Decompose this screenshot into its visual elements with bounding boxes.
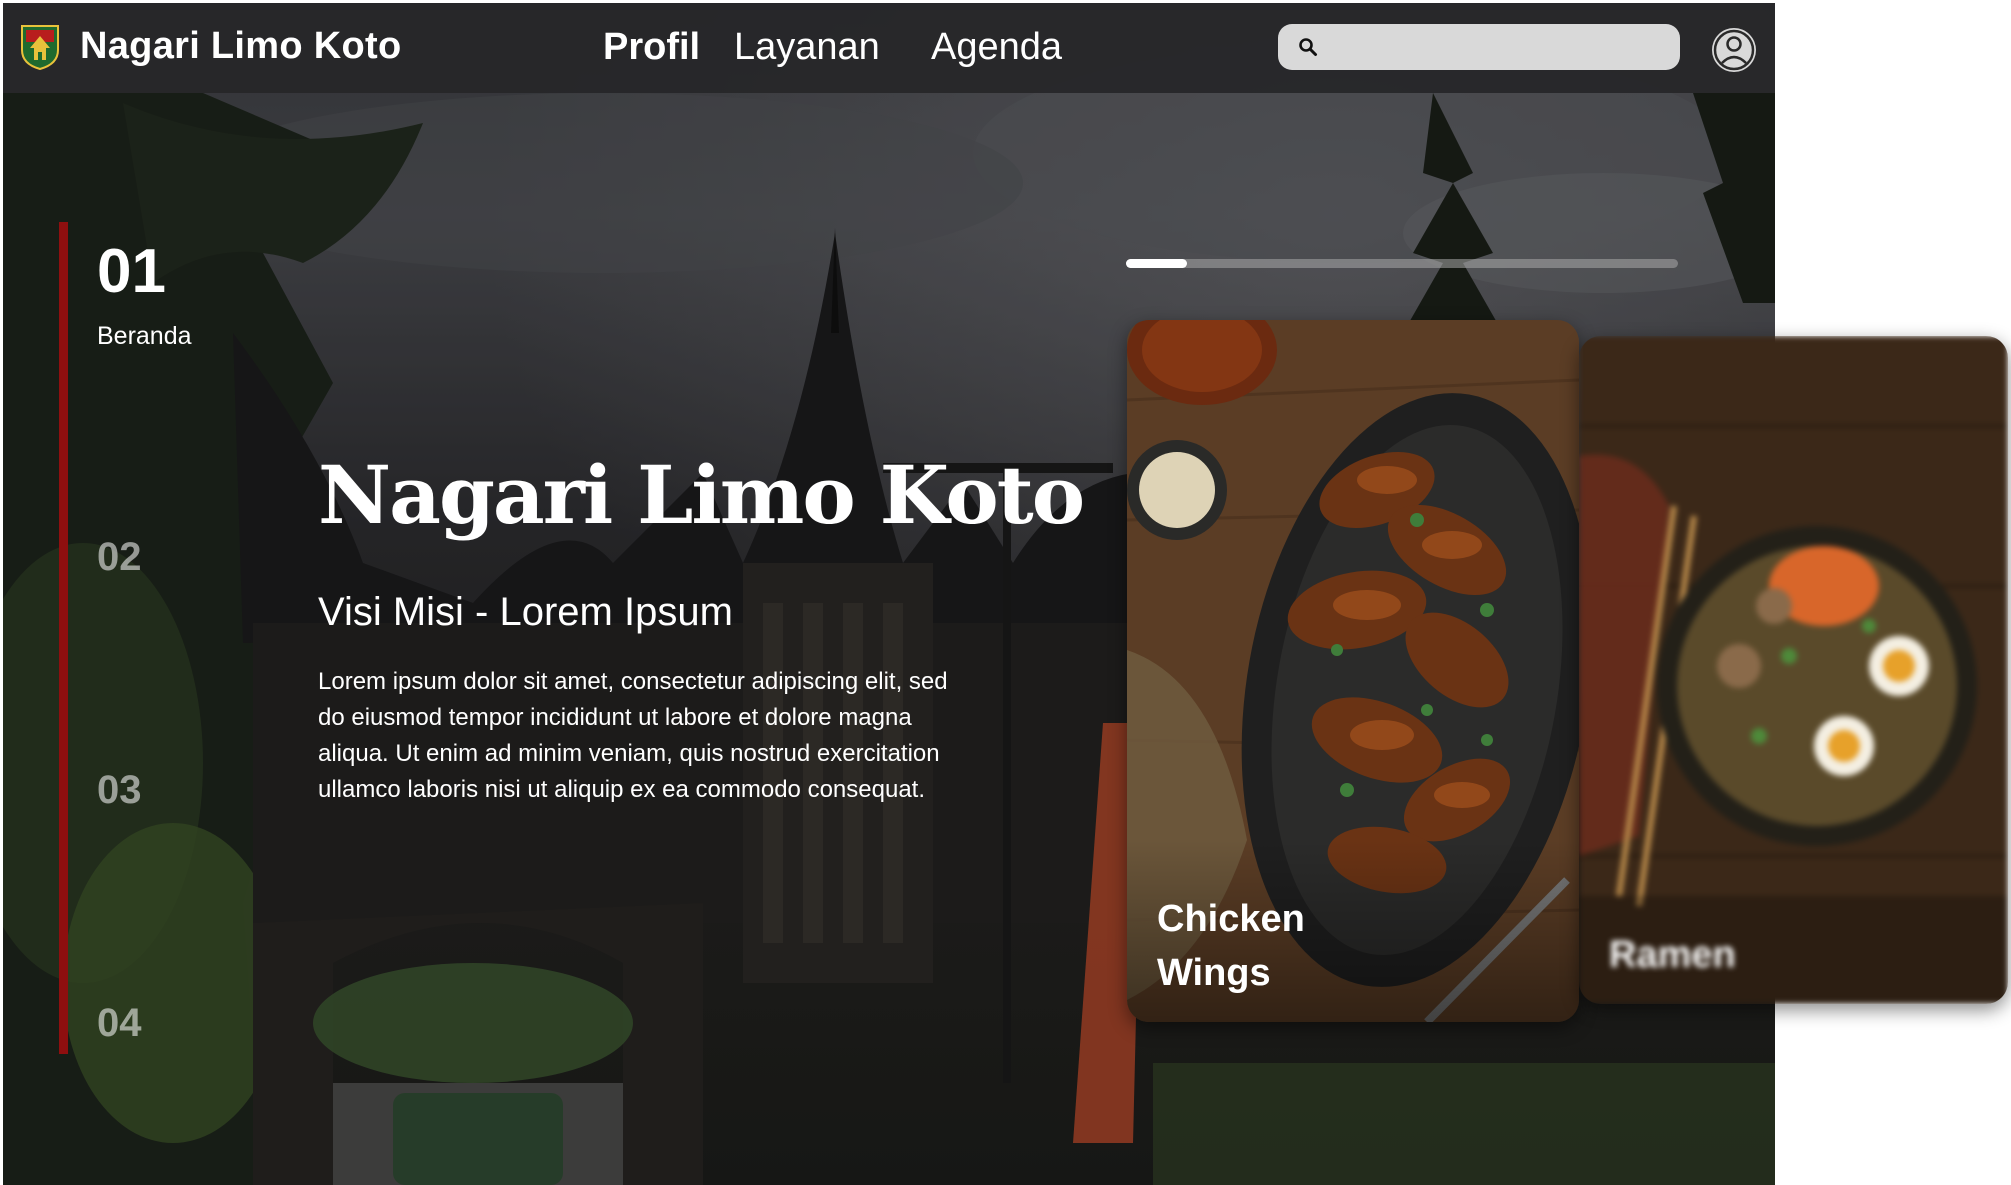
- nav-profil[interactable]: Profil: [603, 26, 700, 69]
- hero-description: Lorem ipsum dolor sit amet, consectetur …: [318, 668, 948, 803]
- nav-layanan[interactable]: Layanan: [734, 26, 880, 69]
- step-03[interactable]: 03: [97, 768, 142, 813]
- search-icon[interactable]: [1298, 37, 1318, 57]
- card-ramen-title: Ramen: [1609, 934, 1736, 976]
- step-04[interactable]: 04: [97, 1001, 142, 1046]
- section-progress-line: [59, 222, 68, 1054]
- user-avatar-icon[interactable]: [1711, 27, 1757, 73]
- site-brand[interactable]: Nagari Limo Koto: [80, 25, 401, 68]
- step-01-label: Beranda: [97, 322, 192, 350]
- card-title-line2: Wings: [1157, 952, 1271, 994]
- nagari-emblem-icon: [21, 25, 59, 70]
- step-01[interactable]: 01: [97, 236, 166, 307]
- carousel-progress-track[interactable]: [1126, 259, 1678, 268]
- top-navbar: Nagari Limo Koto Profil Layanan Agenda: [3, 3, 1775, 93]
- step-02[interactable]: 02: [97, 535, 142, 580]
- search-input[interactable]: [1330, 24, 1670, 70]
- ramen-image: [1579, 336, 2008, 1004]
- card-ramen[interactable]: Ramen: [1579, 336, 2008, 1004]
- search-bar: [1278, 24, 1680, 70]
- nav-agenda[interactable]: Agenda: [931, 26, 1062, 69]
- hero-subtitle: Visi Misi - Lorem Ipsum: [318, 590, 733, 634]
- hero-title: Nagari Limo Koto: [318, 448, 1085, 542]
- carousel-progress-fill: [1126, 259, 1187, 268]
- card-chicken-wings[interactable]: Chicken Wings: [1127, 320, 1579, 1022]
- card-title-line1: Chicken: [1157, 898, 1305, 940]
